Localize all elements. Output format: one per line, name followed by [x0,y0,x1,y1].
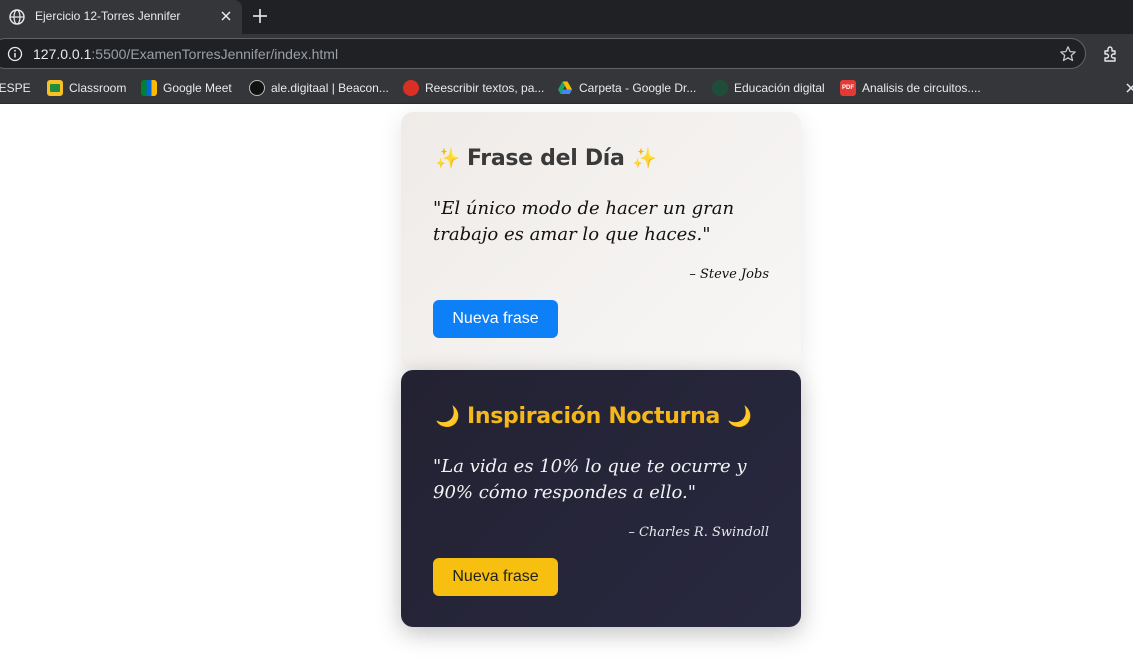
pdf-icon: PDF [840,80,856,96]
bookmark-miespe[interactable]: MiESPE [0,79,31,97]
new-quote-button[interactable]: Nueva frase [433,558,558,596]
new-tab-icon[interactable] [250,6,270,26]
quote-card-night: 🌙 Inspiración Nocturna 🌙 "La vida es 10%… [401,370,801,627]
url-host: 127.0.0.1 [33,46,92,62]
tab-title: Ejercicio 12-Torres Jennifer [35,9,181,23]
rewrite-icon [403,80,419,96]
bookmarks-bar: MiESPE Classroom Google Meet ale.digitaa… [0,72,1133,104]
close-tab-icon[interactable] [218,8,234,24]
tab-bar: Ejercicio 12-Torres Jennifer [0,0,1133,34]
new-quote-button[interactable]: Nueva frase [433,300,558,338]
bookmark-star-icon[interactable] [1059,45,1077,63]
bookmark-label: ale.digitaal | Beacon... [271,81,389,95]
bookmark-beacon[interactable]: ale.digitaal | Beacon... [249,79,389,97]
crescent-moon-icon: 🌙 [727,404,752,428]
bookmark-label: Classroom [69,81,127,95]
quote-author: – Steve Jobs [689,267,769,282]
bookmark-education[interactable]: Educación digital [712,79,825,97]
card-title-text: Frase del Día [466,146,625,171]
education-icon [712,80,728,96]
url-path: :5500/ExamenTorresJennifer/index.html [91,46,339,62]
site-info-icon[interactable] [7,46,23,62]
quote-text: "La vida es 10% lo que te ocurre y 90% c… [433,456,747,503]
bookmark-classroom[interactable]: Classroom [47,79,126,97]
quote-card-day: ✨ Frase del Día ✨ "El único modo de hace… [401,112,801,370]
beacon-icon [249,80,265,96]
crescent-moon-icon: 🌙 [435,404,460,428]
sparkles-icon: ✨ [435,146,460,170]
globe-icon [9,9,25,25]
extensions-puzzle-icon[interactable] [1101,44,1121,64]
quote-text: "El único modo de hacer un gran trabajo … [433,198,735,245]
close-icon[interactable] [1124,81,1133,95]
browser-toolbar: 127.0.0.1:5500/ExamenTorresJennifer/inde… [0,34,1133,72]
bookmark-rewrite[interactable]: Reescribir textos, pa... [403,79,544,97]
bookmark-label: MiESPE [0,81,31,95]
bookmark-circuits-pdf[interactable]: PDF Analisis de circuitos.... [840,79,981,97]
bookmark-label: Educación digital [734,81,825,95]
bookmark-label: Carpeta - Google Dr... [579,81,697,95]
google-meet-icon [141,80,157,96]
classroom-icon [47,80,63,96]
card-title-text: Inspiración Nocturna [466,404,721,429]
address-bar[interactable]: 127.0.0.1:5500/ExamenTorresJennifer/inde… [0,38,1086,69]
url-text[interactable]: 127.0.0.1:5500/ExamenTorresJennifer/inde… [33,46,338,62]
quote-author: – Charles R. Swindoll [628,525,769,540]
bookmark-google-drive[interactable]: Carpeta - Google Dr... [557,79,696,97]
sparkles-icon: ✨ [631,146,657,170]
card-title: 🌙 Inspiración Nocturna 🌙 [435,404,752,429]
bookmark-label: Reescribir textos, pa... [425,81,545,95]
card-title: ✨ Frase del Día ✨ [435,146,657,171]
bookmark-label: Analisis de circuitos.... [862,81,981,95]
bookmark-label: Google Meet [163,81,232,95]
google-drive-icon [557,80,573,96]
bookmark-google-meet[interactable]: Google Meet [141,79,232,97]
browser-tab[interactable]: Ejercicio 12-Torres Jennifer [0,0,242,34]
